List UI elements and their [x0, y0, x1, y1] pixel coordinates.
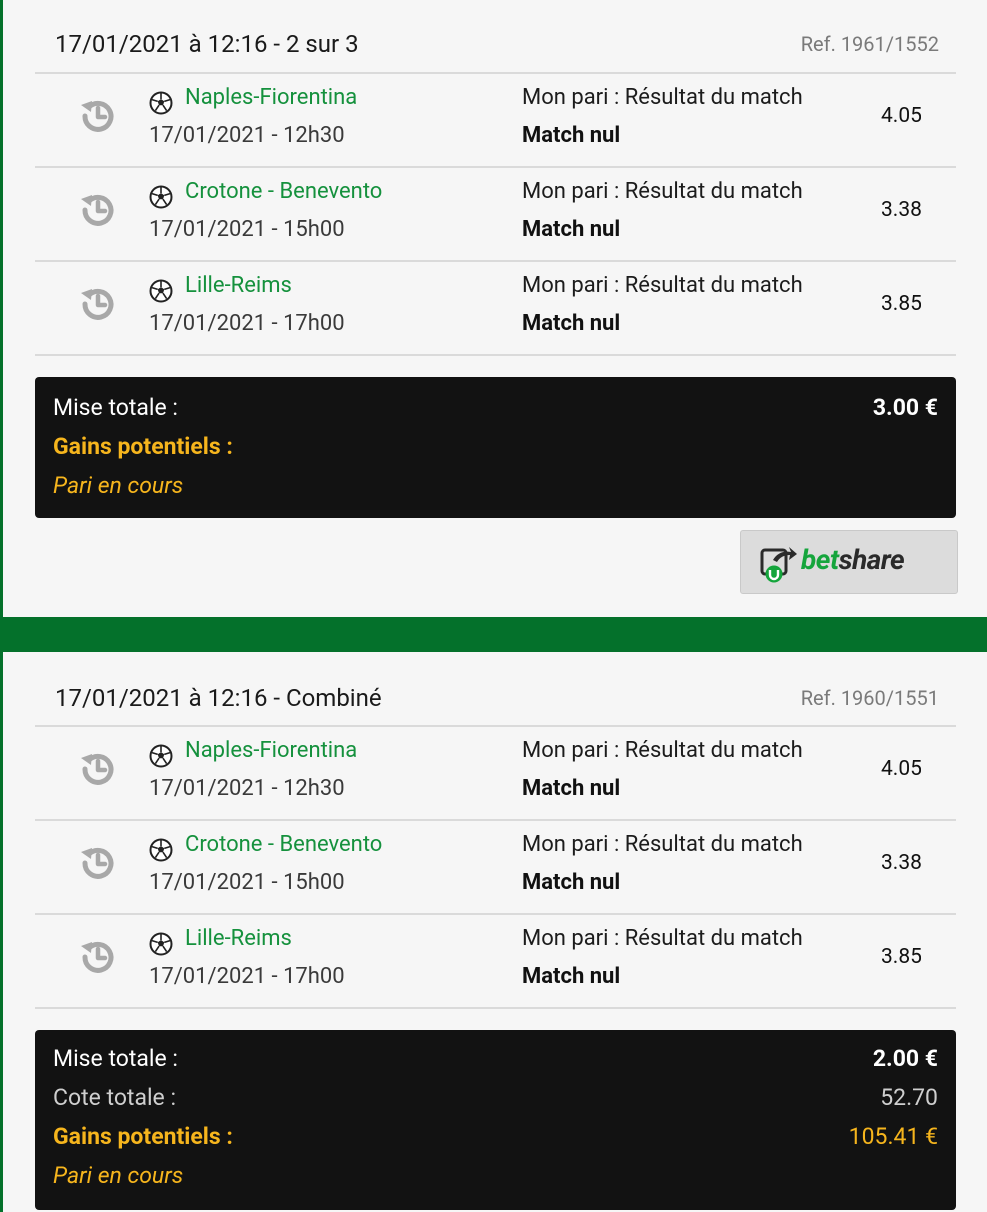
soccer-ball-icon	[149, 91, 173, 115]
bet-market-label: Mon pari : Résultat du match	[522, 179, 803, 204]
selection-row[interactable]: Naples-Fiorentina 17/01/2021 - 12h30 Mon…	[35, 725, 956, 819]
bet-card: 17/01/2021 à 12:16 - 2 sur 3 Ref. 1961/1…	[3, 0, 987, 617]
soccer-ball-icon	[149, 838, 173, 862]
history-icon	[81, 100, 114, 132]
history-icon	[81, 753, 114, 785]
selection-odds: 3.38	[881, 851, 921, 875]
bet-market-label: Mon pari : Résultat du match	[522, 273, 803, 298]
history-icon	[81, 941, 114, 973]
bet-choice: Match nul	[522, 217, 621, 242]
soccer-ball-icon	[149, 744, 173, 768]
soccer-ball-icon	[149, 932, 173, 956]
history-icon	[81, 194, 114, 226]
stake-value: 2.00 €	[872, 1045, 938, 1072]
total-odds-line: Cote totale : 52.70	[53, 1084, 938, 1116]
selection-row[interactable]: Lille-Reims 17/01/2021 - 17h00 Mon pari …	[35, 913, 956, 1009]
selection-odds: 4.05	[881, 757, 921, 781]
bet-market-label: Mon pari : Résultat du match	[522, 926, 803, 951]
stake-label: Mise totale :	[53, 1045, 178, 1072]
history-icon	[81, 288, 114, 320]
match-datetime: 17/01/2021 - 17h00	[149, 311, 345, 336]
stake-line: Mise totale : 3.00 €	[53, 394, 938, 426]
betshare-button[interactable]: betshare	[740, 530, 958, 594]
match-datetime: 17/01/2021 - 15h00	[149, 870, 345, 895]
betshare-label: betshare	[801, 543, 905, 576]
stake-label: Mise totale :	[53, 394, 178, 421]
total-odds-label: Cote totale :	[53, 1084, 177, 1111]
selection-row[interactable]: Crotone - Benevento 17/01/2021 - 15h00 M…	[35, 166, 956, 260]
match-name-link[interactable]: Crotone - Benevento	[185, 832, 382, 857]
status-line: Pari en cours	[53, 472, 938, 504]
selection-odds: 3.38	[881, 198, 921, 222]
betshare-logo-icon	[760, 547, 797, 583]
status-line: Pari en cours	[53, 1162, 938, 1194]
soccer-ball-icon	[149, 185, 173, 209]
history-icon	[81, 847, 114, 879]
stake-value: 3.00 €	[872, 394, 938, 421]
bet-summary: Mise totale : 3.00 € Gains potentiels : …	[35, 377, 956, 518]
stake-line: Mise totale : 2.00 €	[53, 1045, 938, 1077]
match-datetime: 17/01/2021 - 17h00	[149, 964, 345, 989]
match-datetime: 17/01/2021 - 15h00	[149, 217, 345, 242]
match-name-link[interactable]: Lille-Reims	[185, 273, 292, 298]
selection-list: Naples-Fiorentina 17/01/2021 - 12h30 Mon…	[35, 72, 956, 356]
selection-row[interactable]: Crotone - Benevento 17/01/2021 - 15h00 M…	[35, 819, 956, 913]
match-name-link[interactable]: Crotone - Benevento	[185, 179, 382, 204]
bet-market-label: Mon pari : Résultat du match	[522, 738, 803, 763]
gains-label: Gains potentiels :	[53, 433, 233, 460]
bet-reference: Ref. 1961/1552	[800, 32, 939, 56]
bet-reference: Ref. 1960/1551	[800, 686, 939, 710]
bet-title: 17/01/2021 à 12:16 - Combiné	[55, 684, 382, 712]
selection-list: Naples-Fiorentina 17/01/2021 - 12h30 Mon…	[35, 725, 956, 1009]
bet-choice: Match nul	[522, 776, 621, 801]
bet-choice: Match nul	[522, 123, 621, 148]
bet-choice: Match nul	[522, 964, 621, 989]
gains-label: Gains potentiels :	[53, 1123, 233, 1150]
selection-odds: 4.05	[881, 104, 921, 128]
match-name-link[interactable]: Lille-Reims	[185, 926, 292, 951]
gains-line: Gains potentiels :	[53, 433, 938, 465]
gains-line: Gains potentiels : 105.41 €	[53, 1123, 938, 1155]
bet-market-label: Mon pari : Résultat du match	[522, 85, 803, 110]
bet-status: Pari en cours	[53, 472, 184, 499]
bet-market-label: Mon pari : Résultat du match	[522, 832, 803, 857]
bet-card: 17/01/2021 à 12:16 - Combiné Ref. 1960/1…	[3, 652, 987, 1212]
bet-status: Pari en cours	[53, 1162, 184, 1189]
bet-title: 17/01/2021 à 12:16 - 2 sur 3	[55, 30, 359, 58]
match-name-link[interactable]: Naples-Fiorentina	[185, 85, 357, 110]
gains-value: 105.41 €	[848, 1123, 938, 1150]
total-odds-value: 52.70	[880, 1084, 938, 1111]
selection-row[interactable]: Naples-Fiorentina 17/01/2021 - 12h30 Mon…	[35, 72, 956, 166]
match-datetime: 17/01/2021 - 12h30	[149, 776, 345, 801]
bet-choice: Match nul	[522, 311, 621, 336]
bet-choice: Match nul	[522, 870, 621, 895]
selection-odds: 3.85	[881, 945, 921, 969]
soccer-ball-icon	[149, 279, 173, 303]
match-datetime: 17/01/2021 - 12h30	[149, 123, 345, 148]
bet-card-header: 17/01/2021 à 12:16 - 2 sur 3 Ref. 1961/1…	[55, 30, 939, 70]
match-name-link[interactable]: Naples-Fiorentina	[185, 738, 357, 763]
selection-row[interactable]: Lille-Reims 17/01/2021 - 17h00 Mon pari …	[35, 260, 956, 356]
bet-card-header: 17/01/2021 à 12:16 - Combiné Ref. 1960/1…	[55, 684, 939, 724]
selection-odds: 3.85	[881, 292, 921, 316]
bet-summary: Mise totale : 2.00 € Cote totale : 52.70…	[35, 1030, 956, 1210]
